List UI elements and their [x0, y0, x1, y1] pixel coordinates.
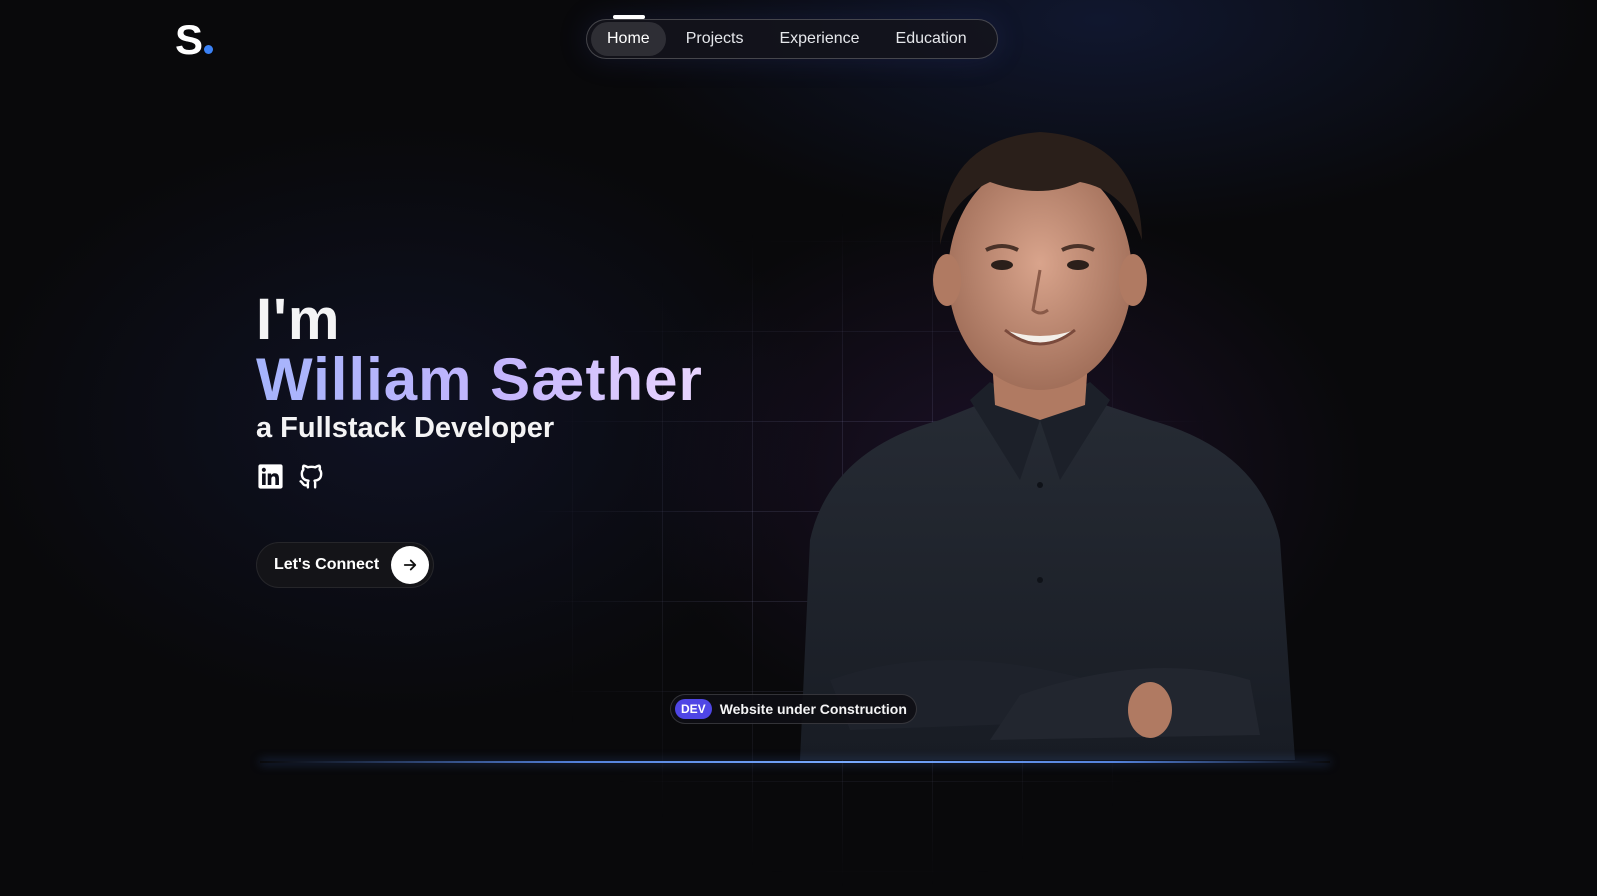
site-logo[interactable]: S — [175, 16, 214, 64]
page: S Home Projects Experience Education I'm… — [0, 0, 1597, 896]
glow-divider — [260, 761, 1330, 763]
linkedin-icon[interactable] — [256, 462, 285, 491]
status-text: Website under Construction — [719, 701, 907, 717]
hero-section: I'm William Sæther a Fullstack Developer — [256, 288, 703, 491]
nav-active-indicator — [613, 15, 645, 19]
nav-item-education[interactable]: Education — [880, 22, 983, 56]
arrow-right-icon — [391, 546, 430, 584]
social-links — [256, 462, 703, 491]
profile-portrait — [790, 120, 1310, 760]
github-icon[interactable] — [297, 462, 326, 491]
hero-role: a Fullstack Developer — [256, 412, 555, 444]
nav-item-home[interactable]: Home — [591, 22, 666, 56]
lets-connect-button[interactable]: Let's Connect — [256, 542, 435, 588]
main-nav: Home Projects Experience Education — [586, 15, 998, 59]
hero-greeting: I'm — [256, 287, 341, 352]
nav-item-experience[interactable]: Experience — [763, 22, 875, 56]
logo-letter: S — [175, 16, 204, 63]
dev-tag: DEV — [675, 699, 712, 719]
lets-connect-label: Let's Connect — [274, 556, 380, 573]
logo-dot — [204, 45, 214, 54]
hero-name: William Sæther — [256, 346, 703, 413]
status-badge: DEV Website under Construction — [670, 694, 917, 724]
nav-item-projects[interactable]: Projects — [670, 22, 760, 56]
